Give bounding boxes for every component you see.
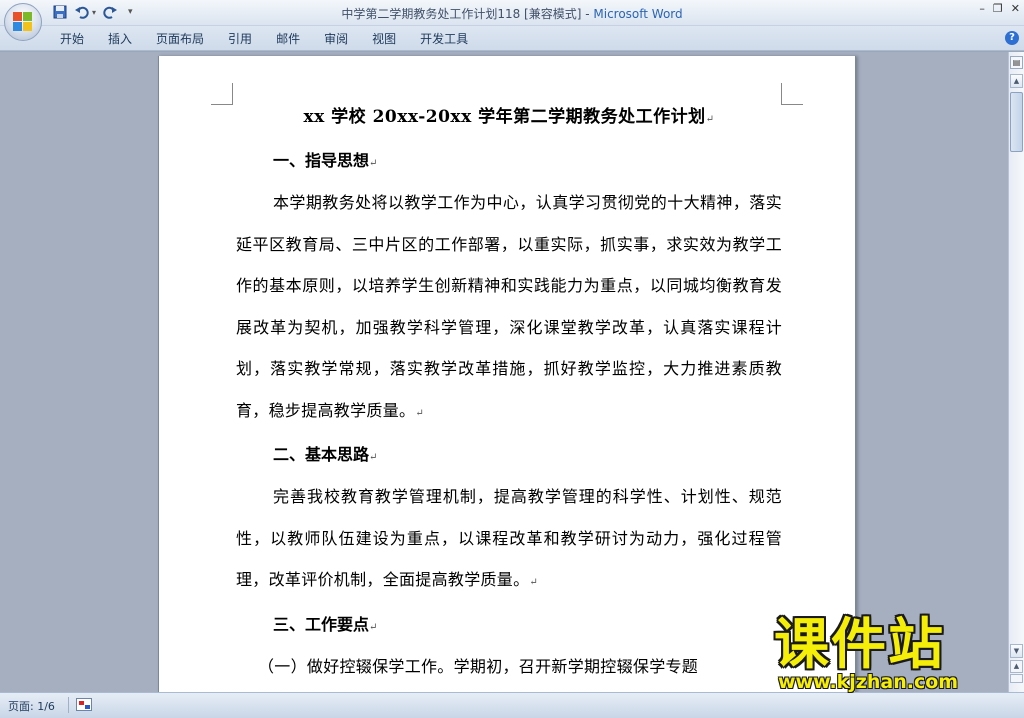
language-icon[interactable] xyxy=(76,698,92,711)
document-title: xx 学校 20xx-20xx 学年第二学期教务处工作计划↵ xyxy=(303,107,715,127)
office-logo-icon xyxy=(13,12,33,32)
crop-mark-top-left xyxy=(211,83,233,105)
status-bar: 页面: 1/6 xyxy=(0,692,1024,718)
restore-icon[interactable]: ❐ xyxy=(993,2,1003,15)
tab-insert[interactable]: 插入 xyxy=(96,31,144,49)
scroll-thumb[interactable] xyxy=(1010,92,1023,152)
minimize-icon[interactable]: – xyxy=(979,2,985,15)
tab-review[interactable]: 审阅 xyxy=(312,31,360,49)
scroll-down-icon[interactable]: ▼ xyxy=(1010,644,1023,658)
scroll-up-icon[interactable]: ▲ xyxy=(1010,74,1023,88)
app-name: Microsoft Word xyxy=(593,7,683,21)
section-paragraph: （一）做好控辍保学工作。学期初，召开新学期控辍保学专题 xyxy=(258,656,699,676)
section-heading: 二、基本思路↵ xyxy=(273,445,378,464)
tab-mailings[interactable]: 邮件 xyxy=(264,31,312,49)
section-heading: 三、工作要点↵ xyxy=(273,614,378,634)
previous-page-icon[interactable]: ▲ xyxy=(1010,660,1023,673)
view-ruler-icon[interactable]: ▤ xyxy=(1010,56,1023,69)
page-number-status[interactable]: 页面: 1/6 xyxy=(8,698,55,714)
window-controls: – ❐ ✕ xyxy=(979,2,1020,15)
document-page[interactable]: xx 学校 20xx-20xx 学年第二学期教务处工作计划↵ 一、指导思想↵ 本… xyxy=(158,56,856,692)
window-title: 中学第二学期教务处工作计划118 [兼容模式] - Microsoft Word xyxy=(0,5,1024,22)
watermark-logo: 课件站 www.kjzhan.com xyxy=(774,612,1010,693)
status-divider xyxy=(68,697,69,713)
document-body[interactable]: xx 学校 20xx-20xx 学年第二学期教务处工作计划↵ 一、指导思想↵ 本… xyxy=(236,98,782,687)
section-heading: 一、指导思想↵ xyxy=(273,151,378,170)
select-browse-object-icon[interactable] xyxy=(1010,674,1023,683)
ribbon-tabs: 开始 插入 页面布局 引用 邮件 审阅 视图 开发工具 ? xyxy=(0,26,1024,51)
tab-view[interactable]: 视图 xyxy=(360,31,408,49)
office-button[interactable] xyxy=(4,3,42,41)
watermark-title: 课件站 xyxy=(774,612,946,676)
document-name: 中学第二学期教务处工作计划118 [兼容模式] - xyxy=(341,7,594,21)
help-icon[interactable]: ? xyxy=(1005,31,1019,45)
section-paragraph: 本学期教务处将以教学工作为中心，认真学习贯彻党的十大精神，落实延平区教育局、三中… xyxy=(236,193,782,420)
document-area: xx 学校 20xx-20xx 学年第二学期教务处工作计划↵ 一、指导思想↵ 本… xyxy=(0,52,1008,692)
vertical-scrollbar[interactable]: ▤ ▲ ▼ ▲ xyxy=(1008,52,1024,692)
close-icon[interactable]: ✕ xyxy=(1011,2,1020,15)
section-paragraph: 完善我校教育教学管理机制，提高教学管理的科学性、计划性、规范性，以教师队伍建设为… xyxy=(236,487,782,589)
tab-page-layout[interactable]: 页面布局 xyxy=(144,31,216,49)
title-bar: ▾ ▾ 中学第二学期教务处工作计划118 [兼容模式] - Microsoft … xyxy=(0,0,1024,26)
watermark-url: www.kjzhan.com xyxy=(778,671,959,693)
tab-developer[interactable]: 开发工具 xyxy=(408,31,480,49)
tab-references[interactable]: 引用 xyxy=(216,31,264,49)
crop-mark-top-right xyxy=(781,83,803,105)
tab-home[interactable]: 开始 xyxy=(48,31,96,49)
